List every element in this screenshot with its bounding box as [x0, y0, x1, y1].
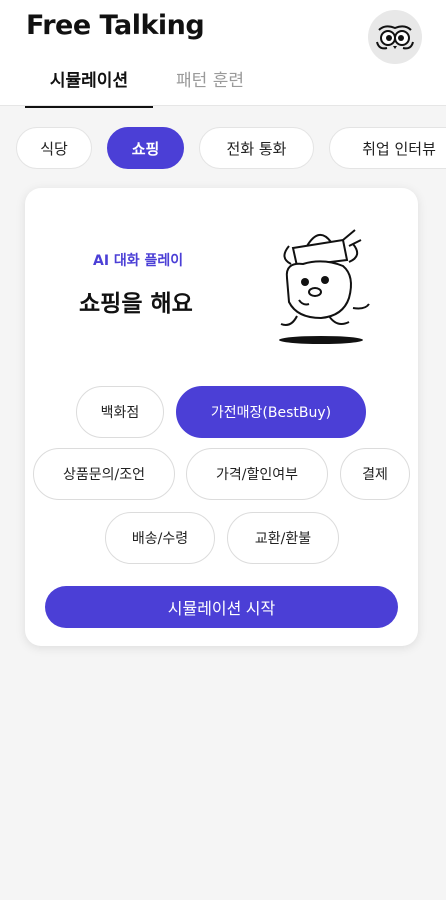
option-label: 가격/할인여부 [216, 467, 298, 483]
card-subtitle: AI 대화 플레이 [93, 253, 184, 269]
category-chip-row[interactable]: 식당 쇼핑 전화 통화 취업 인터뷰 [0, 127, 446, 169]
option-department-store[interactable]: 백화점 [76, 386, 164, 438]
option-label: 배송/수령 [131, 531, 189, 547]
option-label: 백화점 [100, 405, 140, 421]
bear-carrying-bag-illustration [279, 229, 370, 344]
tab-simulation[interactable]: 시뮬레이션 [25, 66, 153, 108]
option-exchange-refund[interactable]: 교환/환불 [227, 512, 339, 564]
tab-pattern-training[interactable]: 패턴 훈련 [160, 66, 260, 106]
app-header: Free Talking 시뮬레이션 패턴 훈련 [0, 0, 446, 108]
category-chip-label: 쇼핑 [131, 139, 160, 158]
category-chip-label: 식당 [40, 139, 68, 158]
avatar[interactable] [368, 10, 422, 64]
category-chip-label: 전화 통화 [226, 139, 287, 158]
option-label: 상품문의/조언 [63, 467, 145, 483]
category-chip-label: 취업 인터뷰 [362, 139, 436, 158]
option-price-discount[interactable]: 가격/할인여부 [186, 448, 328, 500]
app-title: Free Talking [26, 10, 205, 41]
option-payment[interactable]: 결제 [340, 448, 410, 500]
option-label: 교환/환불 [254, 531, 312, 547]
option-electronics-store[interactable]: 가전매장(BestBuy) [176, 386, 366, 438]
owl-avatar-icon [376, 25, 414, 50]
category-chip-phone-call[interactable]: 전화 통화 [199, 127, 314, 169]
category-chip-job-interview[interactable]: 취업 인터뷰 [329, 127, 446, 169]
start-simulation-button[interactable]: 시뮬레이션 시작 [45, 586, 398, 628]
simulation-card: AI 대화 플레이 쇼핑을 해요 백화점 가전매장(BestBuy) 상품문의/… [25, 188, 418, 646]
option-label: 가전매장(BestBuy) [210, 405, 332, 421]
category-chip-restaurant[interactable]: 식당 [16, 127, 92, 169]
option-delivery[interactable]: 배송/수령 [105, 512, 215, 564]
tab-pattern-training-label: 패턴 훈련 [176, 71, 244, 91]
category-chip-shopping[interactable]: 쇼핑 [107, 127, 184, 169]
card-title: 쇼핑을 해요 [79, 291, 193, 317]
option-product-inquiry[interactable]: 상품문의/조언 [33, 448, 175, 500]
tab-simulation-label: 시뮬레이션 [49, 71, 129, 91]
option-label: 결제 [362, 467, 388, 483]
